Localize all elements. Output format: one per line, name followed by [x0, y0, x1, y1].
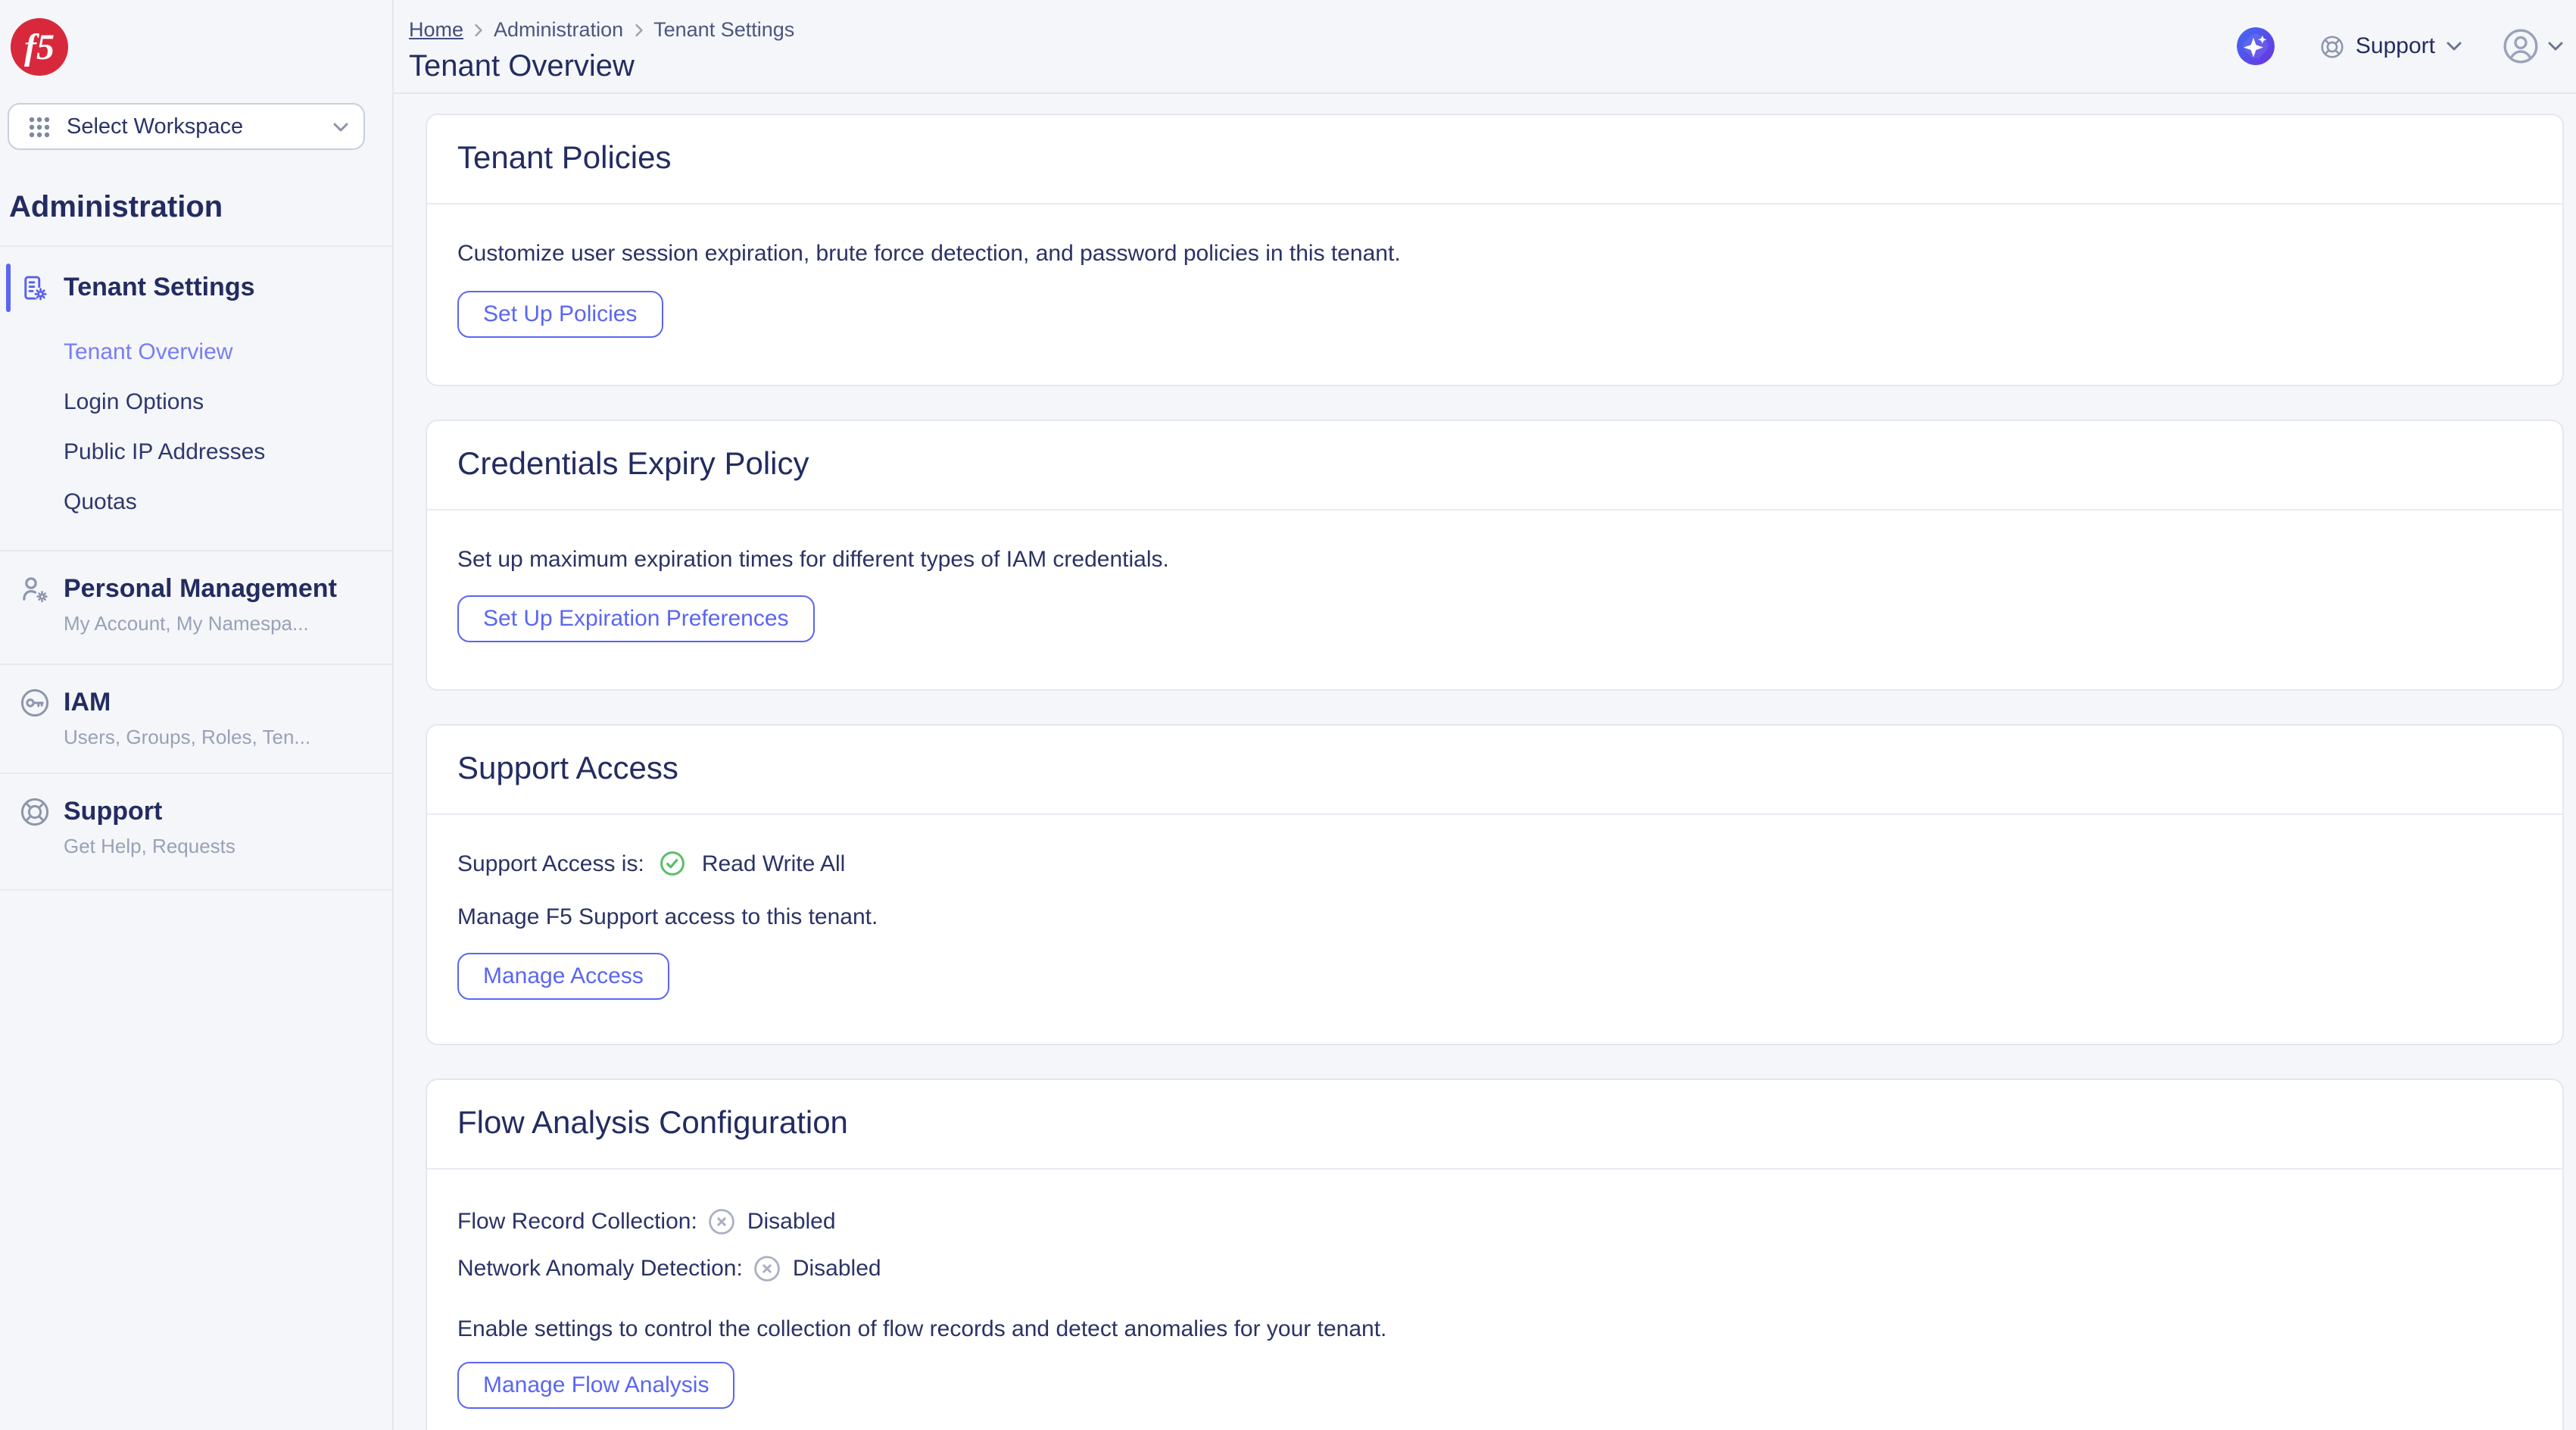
card-title: Flow Analysis Configuration [457, 1106, 848, 1142]
page-content: Tenant Policies Customize user session e… [394, 94, 2576, 1430]
set-up-expiration-preferences-button[interactable]: Set Up Expiration Preferences [457, 595, 815, 642]
sidebar-item-subtitle: My Account, My Namespa... [64, 610, 337, 636]
status-value: Read Write All [702, 851, 846, 876]
set-up-policies-button[interactable]: Set Up Policies [457, 291, 663, 338]
breadcrumb-item: Tenant Settings [653, 18, 794, 41]
tenant-settings-sub-list: Tenant Overview Login Options Public IP … [0, 327, 392, 527]
tenant-policies-card: Tenant Policies Customize user session e… [426, 114, 2564, 386]
sidebar-item-personal-management[interactable]: Personal Management My Account, My Names… [0, 573, 392, 636]
card-description: Enable settings to control the collectio… [457, 1315, 2532, 1344]
workspace-selector[interactable]: Select Workspace [8, 103, 365, 150]
life-buoy-icon [2321, 34, 2345, 58]
ai-assistant-button[interactable] [2238, 27, 2275, 65]
network-anomaly-detection-status: Network Anomaly Detection: Disabled [457, 1253, 2532, 1285]
card-title: Tenant Policies [457, 141, 672, 177]
sidebar-item-quotas[interactable]: Quotas [0, 477, 392, 527]
sidebar: f5 Select Workspace Administration [0, 0, 394, 1430]
x-circle-icon [755, 1256, 781, 1282]
sidebar-item-support[interactable]: Support Get Help, Requests [0, 795, 392, 859]
status-label: Flow Record Collection: [457, 1209, 697, 1235]
breadcrumb-home-link[interactable]: Home [409, 18, 463, 41]
chevron-right-icon [474, 22, 483, 37]
page-title: Tenant Overview [409, 50, 794, 85]
status-label: Support Access is: [457, 851, 644, 876]
sidebar-item-login-options[interactable]: Login Options [0, 377, 392, 427]
sidebar-item-subtitle: Users, Groups, Roles, Ten... [64, 724, 310, 750]
sidebar-divider [0, 550, 392, 551]
status-value: Disabled [747, 1209, 836, 1235]
sidebar-item-label: Tenant Settings [64, 273, 255, 303]
app-window: f5 Select Workspace Administration [0, 0, 2576, 1430]
support-menu-label: Support [2356, 33, 2435, 59]
credentials-expiry-policy-card: Credentials Expiry Policy Set up maximum… [426, 420, 2564, 691]
chevron-right-icon [634, 22, 643, 37]
sidebar-section-heading: Administration [9, 189, 392, 226]
main-area: Home Administration Tenant Settings Tena… [394, 0, 2576, 1430]
workspace-selector-label: Select Workspace [67, 114, 318, 139]
breadcrumb-item: Administration [494, 18, 623, 41]
card-description: Manage F5 Support access to this tenant. [457, 903, 2532, 932]
sidebar-item-label: IAM [64, 686, 310, 718]
card-title: Credentials Expiry Policy [457, 447, 809, 483]
sidebar-divider [0, 245, 392, 247]
sidebar-divider [0, 773, 392, 774]
life-buoy-icon [20, 797, 50, 827]
person-gear-icon [20, 574, 50, 604]
flow-record-collection-status: Flow Record Collection: Disabled [457, 1206, 2532, 1238]
sidebar-item-tenant-settings[interactable]: Tenant Settings [0, 264, 392, 312]
card-description: Customize user session expiration, brute… [457, 239, 2532, 268]
card-description: Set up maximum expiration times for diff… [457, 545, 2532, 574]
sidebar-item-label: Personal Management [64, 573, 337, 604]
support-access-card: Support Access Support Access is: Read W… [426, 724, 2564, 1045]
key-icon [20, 688, 50, 718]
manage-access-button[interactable]: Manage Access [457, 953, 669, 1000]
chevron-down-icon [2547, 41, 2564, 52]
topbar: Home Administration Tenant Settings Tena… [394, 0, 2576, 94]
sidebar-divider [0, 663, 392, 665]
f5-logo-text: f5 [24, 27, 55, 67]
sidebar-item-label: Support [64, 795, 235, 827]
sidebar-item-subtitle: Get Help, Requests [64, 833, 235, 859]
breadcrumb: Home Administration Tenant Settings [409, 18, 794, 41]
check-circle-icon [661, 851, 685, 876]
sidebar-item-tenant-overview[interactable]: Tenant Overview [0, 327, 392, 377]
x-circle-icon [709, 1209, 735, 1235]
grid-icon [27, 114, 51, 139]
sidebar-divider [0, 889, 392, 891]
flow-analysis-configuration-card: Flow Analysis Configuration Flow Record … [426, 1079, 2564, 1430]
sidebar-item-public-ip-addresses[interactable]: Public IP Addresses [0, 427, 392, 477]
support-menu[interactable]: Support [2321, 33, 2462, 59]
active-accent-bar [6, 264, 11, 312]
f5-logo-icon: f5 [9, 17, 70, 77]
manage-flow-analysis-button[interactable]: Manage Flow Analysis [457, 1362, 735, 1409]
user-account-menu[interactable] [2503, 29, 2564, 64]
sidebar-item-iam[interactable]: IAM Users, Groups, Roles, Ten... [0, 686, 392, 750]
avatar [2503, 29, 2538, 64]
chevron-down-icon [2446, 41, 2462, 52]
support-access-status: Support Access is: Read Write All [457, 848, 2532, 879]
status-label: Network Anomaly Detection: [457, 1256, 743, 1282]
chevron-down-icon [333, 122, 348, 131]
status-value: Disabled [793, 1256, 881, 1282]
tenant-settings-icon [21, 274, 48, 301]
card-title: Support Access [457, 751, 678, 788]
